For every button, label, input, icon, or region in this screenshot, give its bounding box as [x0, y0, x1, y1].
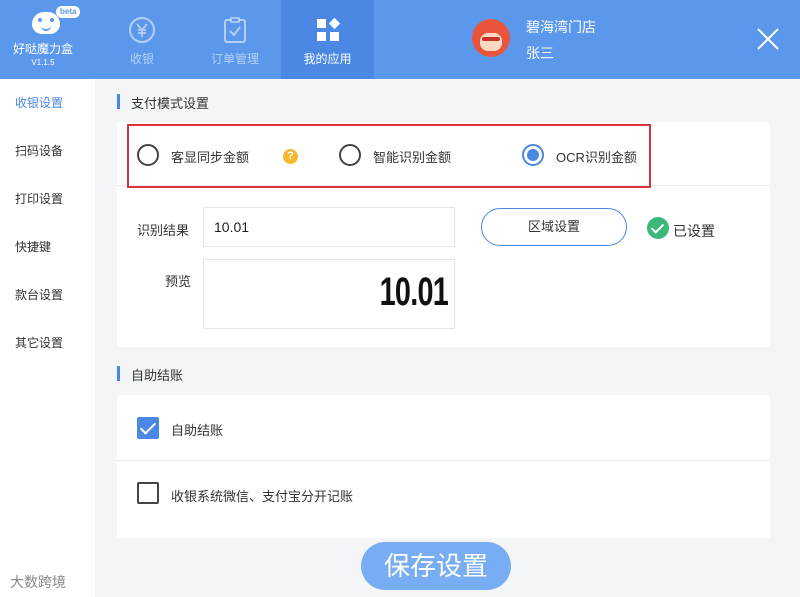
preview-label: 预览 [165, 274, 192, 289]
close-icon[interactable] [754, 25, 782, 53]
save-settings-button[interactable]: 保存设置 [361, 542, 511, 590]
radio-customer-display-sync[interactable] [137, 144, 159, 166]
settings-main: 支付模式设置 客显同步金额 ? 智能识别金额 OCR识别金额 识别结果 10.0… [95, 79, 800, 597]
section-title-self-checkout: 自助结账 [117, 365, 183, 384]
watermark: 大数跨境 [10, 574, 66, 590]
checkbox-separate-accounting[interactable] [137, 482, 159, 504]
store-avatar [472, 19, 510, 57]
nav-my-apps[interactable]: 我的应用 [281, 0, 374, 79]
result-label: 识别结果 [137, 223, 190, 238]
section-title-payment-mode: 支付模式设置 [117, 93, 209, 112]
clipboard-check-icon [224, 17, 246, 43]
sidebar-item-print-settings[interactable]: 打印设置 [0, 175, 95, 223]
payment-mode-card: 客显同步金额 ? 智能识别金额 OCR识别金额 识别结果 10.01 区域设置 … [117, 122, 770, 347]
app-name: 好哒魔力盒 [12, 42, 73, 56]
sidebar-item-other-settings[interactable]: 其它设置 [0, 319, 95, 367]
sidebar-item-counter-settings[interactable]: 款台设置 [0, 271, 95, 319]
sidebar-item-cashier-settings[interactable]: 收银设置 [0, 79, 95, 127]
radio-label[interactable]: OCR识别金额 [556, 147, 637, 166]
nav-orders[interactable]: 订单管理 [196, 0, 274, 79]
bottom-bar: 保存设置 [95, 538, 800, 597]
result-input[interactable]: 10.01 [203, 207, 455, 247]
preview-box: 10.01 [203, 259, 455, 329]
nav-cashier[interactable]: 收银 [103, 0, 181, 79]
checkbox-label[interactable]: 收银系统微信、支付宝分开记账 [171, 486, 353, 505]
payment-mode-options: 客显同步金额 ? 智能识别金额 OCR识别金额 [117, 122, 770, 188]
nav-label: 收银 [129, 52, 154, 66]
app-version: V1.1.5 [31, 58, 55, 67]
logo-mascot-icon [32, 12, 60, 34]
radio-label[interactable]: 客显同步金额 [171, 147, 249, 166]
check-circle-icon [647, 217, 669, 239]
radio-label[interactable]: 智能识别金额 [373, 147, 451, 166]
top-header: beta 好哒魔力盒 V1.1.5 收银 订单管理 我的应用 碧海湾门店 张三 [0, 0, 800, 79]
sidebar-item-shortcuts[interactable]: 快捷键 [0, 223, 95, 271]
radio-smart-recognition[interactable] [339, 144, 361, 166]
settings-sidebar: 收银设置 扫码设备 打印设置 快捷键 款台设置 其它设置 [0, 79, 95, 597]
sidebar-item-scanner-devices[interactable]: 扫码设备 [0, 127, 95, 175]
nav-label: 我的应用 [303, 52, 352, 66]
user-name: 张三 [526, 45, 554, 61]
nav-label: 订单管理 [210, 52, 259, 66]
preview-value: 10.01 [379, 270, 449, 314]
self-checkout-card: 自助结账 收银系统微信、支付宝分开记账 [117, 395, 770, 555]
yen-icon [129, 17, 155, 43]
radio-ocr-recognition[interactable] [522, 144, 544, 166]
apps-grid-icon [316, 17, 340, 41]
area-settings-button[interactable]: 区域设置 [481, 208, 627, 246]
self-checkout-row: 自助结账 [117, 395, 770, 461]
beta-badge: beta [56, 6, 81, 18]
store-name: 碧海湾门店 [526, 19, 596, 35]
checkbox-self-checkout[interactable] [137, 417, 159, 439]
app-logo: beta 好哒魔力盒 V1.1.5 [0, 0, 86, 79]
checkbox-label[interactable]: 自助结账 [171, 420, 223, 439]
set-status: 已设置 [673, 223, 715, 239]
help-icon[interactable]: ? [283, 149, 298, 164]
